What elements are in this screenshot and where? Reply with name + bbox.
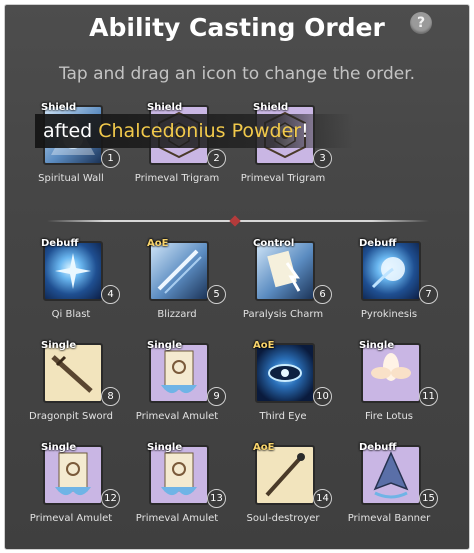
ability-slot[interactable]: Single 9 Primeval Amulet bbox=[121, 340, 233, 443]
ability-type-tag: Single bbox=[359, 340, 395, 351]
paralysis-charm-icon[interactable] bbox=[255, 241, 315, 301]
ability-type-tag: Control bbox=[253, 238, 295, 249]
order-number: 2 bbox=[207, 149, 226, 168]
pyrokinesis-icon[interactable] bbox=[361, 241, 421, 301]
ability-slot[interactable]: Single 11 Fire Lotus bbox=[333, 340, 445, 443]
ability-type-tag: Debuff bbox=[359, 238, 397, 249]
fire-lotus-icon[interactable] bbox=[361, 343, 421, 403]
order-number: 12 bbox=[101, 489, 120, 508]
toast-item-name: Chalcedonius Powder bbox=[98, 120, 302, 142]
ability-type-tag: Shield bbox=[147, 102, 183, 113]
ability-slot[interactable]: AoE 5 Blizzard bbox=[121, 238, 233, 341]
ability-slot[interactable]: AoE 14 Soul-destroyer bbox=[227, 442, 339, 545]
order-number: 13 bbox=[207, 489, 226, 508]
ability-slot[interactable]: Debuff 7 Pyrokinesis bbox=[333, 238, 445, 341]
ability-type-tag: AoE bbox=[253, 442, 275, 453]
order-number: 9 bbox=[207, 387, 226, 406]
toast-suffix: ! bbox=[301, 120, 309, 142]
order-number: 15 bbox=[419, 489, 438, 508]
divider-gem-icon bbox=[229, 215, 241, 227]
ability-name: Primeval Banner bbox=[347, 513, 431, 524]
ability-slot[interactable]: Single 8 Dragonpit Sword bbox=[15, 340, 127, 443]
ability-slot[interactable]: Control 6 Paralysis Charm bbox=[227, 238, 339, 341]
order-number: 4 bbox=[101, 285, 120, 304]
order-number: 6 bbox=[313, 285, 332, 304]
page-title: Ability Casting Order bbox=[89, 13, 385, 42]
ability-slot[interactable]: AoE 10 Third Eye bbox=[227, 340, 339, 443]
item-crafted-toast: afted Chalcedonius Powder! bbox=[35, 114, 353, 148]
order-number: 5 bbox=[207, 285, 226, 304]
ability-name: Primeval Trigram bbox=[240, 173, 326, 184]
dragonpit-sword-icon[interactable] bbox=[43, 343, 103, 403]
ability-type-tag: Single bbox=[41, 340, 77, 351]
ability-type-tag: AoE bbox=[147, 238, 169, 249]
ability-type-tag: AoE bbox=[253, 340, 275, 351]
primeval-banner-icon[interactable] bbox=[361, 445, 421, 505]
primeval-amulet-icon[interactable] bbox=[149, 445, 209, 505]
active-skills-divider bbox=[47, 215, 429, 227]
primeval-amulet-icon[interactable] bbox=[149, 343, 209, 403]
primeval-amulet-icon[interactable] bbox=[43, 445, 103, 505]
ability-type-tag: Debuff bbox=[41, 238, 79, 249]
ability-type-tag: Single bbox=[147, 340, 183, 351]
ability-type-tag: Single bbox=[41, 442, 77, 453]
order-number: 3 bbox=[313, 149, 332, 168]
help-button[interactable]: ? bbox=[410, 12, 432, 34]
order-number: 1 bbox=[101, 149, 120, 168]
third-eye-icon[interactable] bbox=[255, 343, 315, 403]
instruction-text: Tap and drag an icon to change the order… bbox=[58, 64, 416, 84]
ability-slot[interactable]: Debuff 4 Qi Blast bbox=[15, 238, 127, 341]
qi-blast-icon[interactable] bbox=[43, 241, 103, 301]
ability-name: Fire Lotus bbox=[364, 411, 413, 422]
ability-slot[interactable]: Debuff 15 Primeval Banner bbox=[333, 442, 445, 545]
order-number: 7 bbox=[419, 285, 438, 304]
soul-destroyer-icon[interactable] bbox=[255, 445, 315, 505]
ability-slot[interactable]: Single 12 Primeval Amulet bbox=[15, 442, 127, 545]
casting-order-panel: Ability Casting Order ? Tap and drag an … bbox=[4, 4, 470, 550]
order-number: 11 bbox=[419, 387, 438, 406]
toast-prefix: afted bbox=[43, 120, 99, 142]
ability-slot[interactable]: Single 13 Primeval Amulet bbox=[121, 442, 233, 545]
order-number: 10 bbox=[313, 387, 332, 406]
ability-type-tag: Shield bbox=[41, 102, 77, 113]
order-number: 14 bbox=[313, 489, 332, 508]
ability-name: Pyrokinesis bbox=[360, 309, 418, 320]
ability-type-tag: Single bbox=[147, 442, 183, 453]
order-number: 8 bbox=[101, 387, 120, 406]
ability-type-tag: Debuff bbox=[359, 442, 397, 453]
blizzard-icon[interactable] bbox=[149, 241, 209, 301]
ability-type-tag: Shield bbox=[253, 102, 289, 113]
